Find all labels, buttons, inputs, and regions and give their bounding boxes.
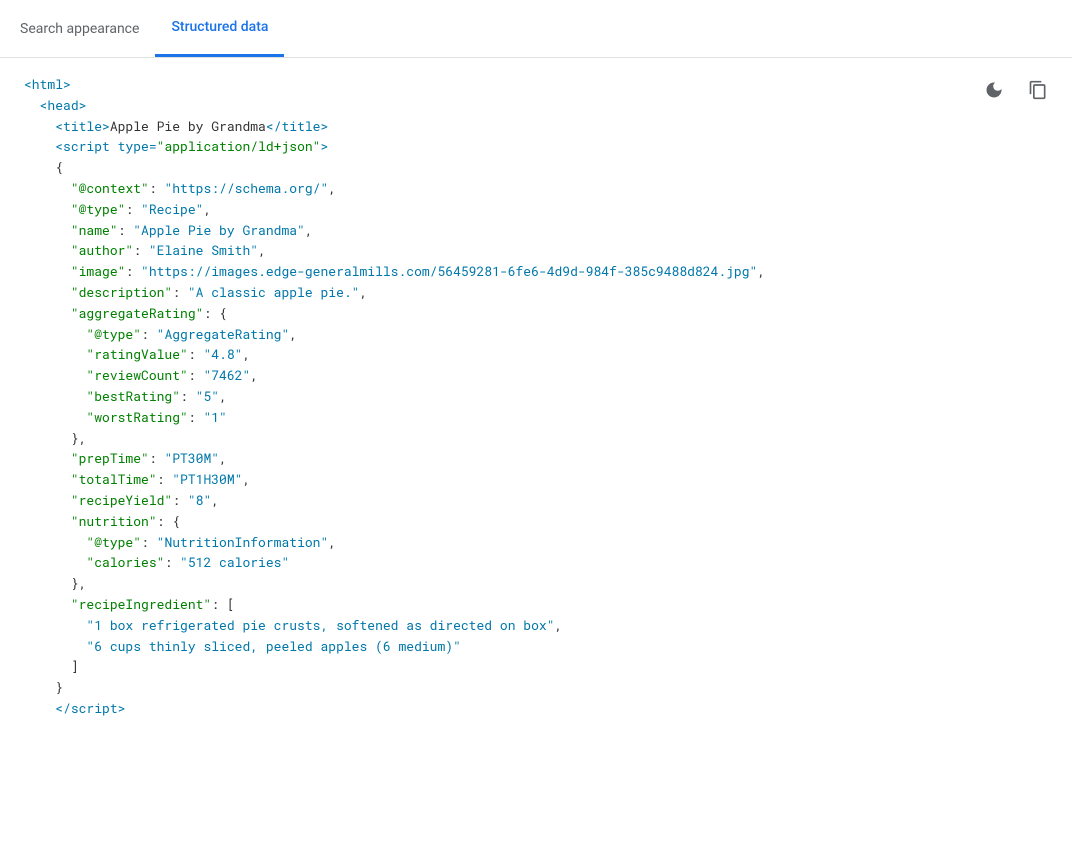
code-line: <head> xyxy=(24,95,1048,116)
code-display: <html> <head> <title>Apple Pie by Grandm… xyxy=(0,58,1072,867)
code-line: "recipeIngredient": [ xyxy=(24,594,1048,615)
code-line: "nutrition": { xyxy=(24,511,1048,532)
code-line: "calories": "512 calories" xyxy=(24,552,1048,573)
code-line: "1 box refrigerated pie crusts, softened… xyxy=(24,615,1048,636)
code-line: "aggregateRating": { xyxy=(24,303,1048,324)
code-line: "bestRating": "5", xyxy=(24,386,1048,407)
nav-structured-data[interactable]: Structured data xyxy=(155,0,284,57)
code-line: "author": "Elaine Smith", xyxy=(24,240,1048,261)
code-line: </script> xyxy=(24,698,1048,719)
nav-search-appearance[interactable]: Search appearance xyxy=(16,0,155,57)
code-line: "worstRating": "1" xyxy=(24,407,1048,428)
code-line: "prepTime": "PT30M", xyxy=(24,448,1048,469)
code-line: <title>Apple Pie by Grandma</title> xyxy=(24,116,1048,137)
code-line: } xyxy=(24,677,1048,698)
code-line: }, xyxy=(24,573,1048,594)
code-line: }, xyxy=(24,428,1048,449)
code-line: "image": "https://images.edge-generalmil… xyxy=(24,261,1048,282)
top-navigation: Search appearance Structured data xyxy=(0,0,1072,58)
code-line: "ratingValue": "4.8", xyxy=(24,344,1048,365)
code-line: <script type="application/ld+json"> xyxy=(24,136,1048,157)
toggle-theme-button[interactable] xyxy=(976,72,1012,108)
code-line: "6 cups thinly sliced, peeled apples (6 … xyxy=(24,636,1048,657)
code-toolbar xyxy=(976,72,1056,108)
code-line: "name": "Apple Pie by Grandma", xyxy=(24,220,1048,241)
code-line: { xyxy=(24,157,1048,178)
code-line: "@type": "AggregateRating", xyxy=(24,324,1048,345)
code-line: ] xyxy=(24,656,1048,677)
code-line: "@type": "NutritionInformation", xyxy=(24,532,1048,553)
content-area: <html> <head> <title>Apple Pie by Grandm… xyxy=(0,58,1072,867)
code-line: "reviewCount": "7462", xyxy=(24,365,1048,386)
copy-code-button[interactable] xyxy=(1020,72,1056,108)
code-line: <html> xyxy=(24,74,1048,95)
code-line: "@context": "https://schema.org/", xyxy=(24,178,1048,199)
code-line: "description": "A classic apple pie.", xyxy=(24,282,1048,303)
code-line: "recipeYield": "8", xyxy=(24,490,1048,511)
code-line: "totalTime": "PT1H30M", xyxy=(24,469,1048,490)
code-line: "@type": "Recipe", xyxy=(24,199,1048,220)
